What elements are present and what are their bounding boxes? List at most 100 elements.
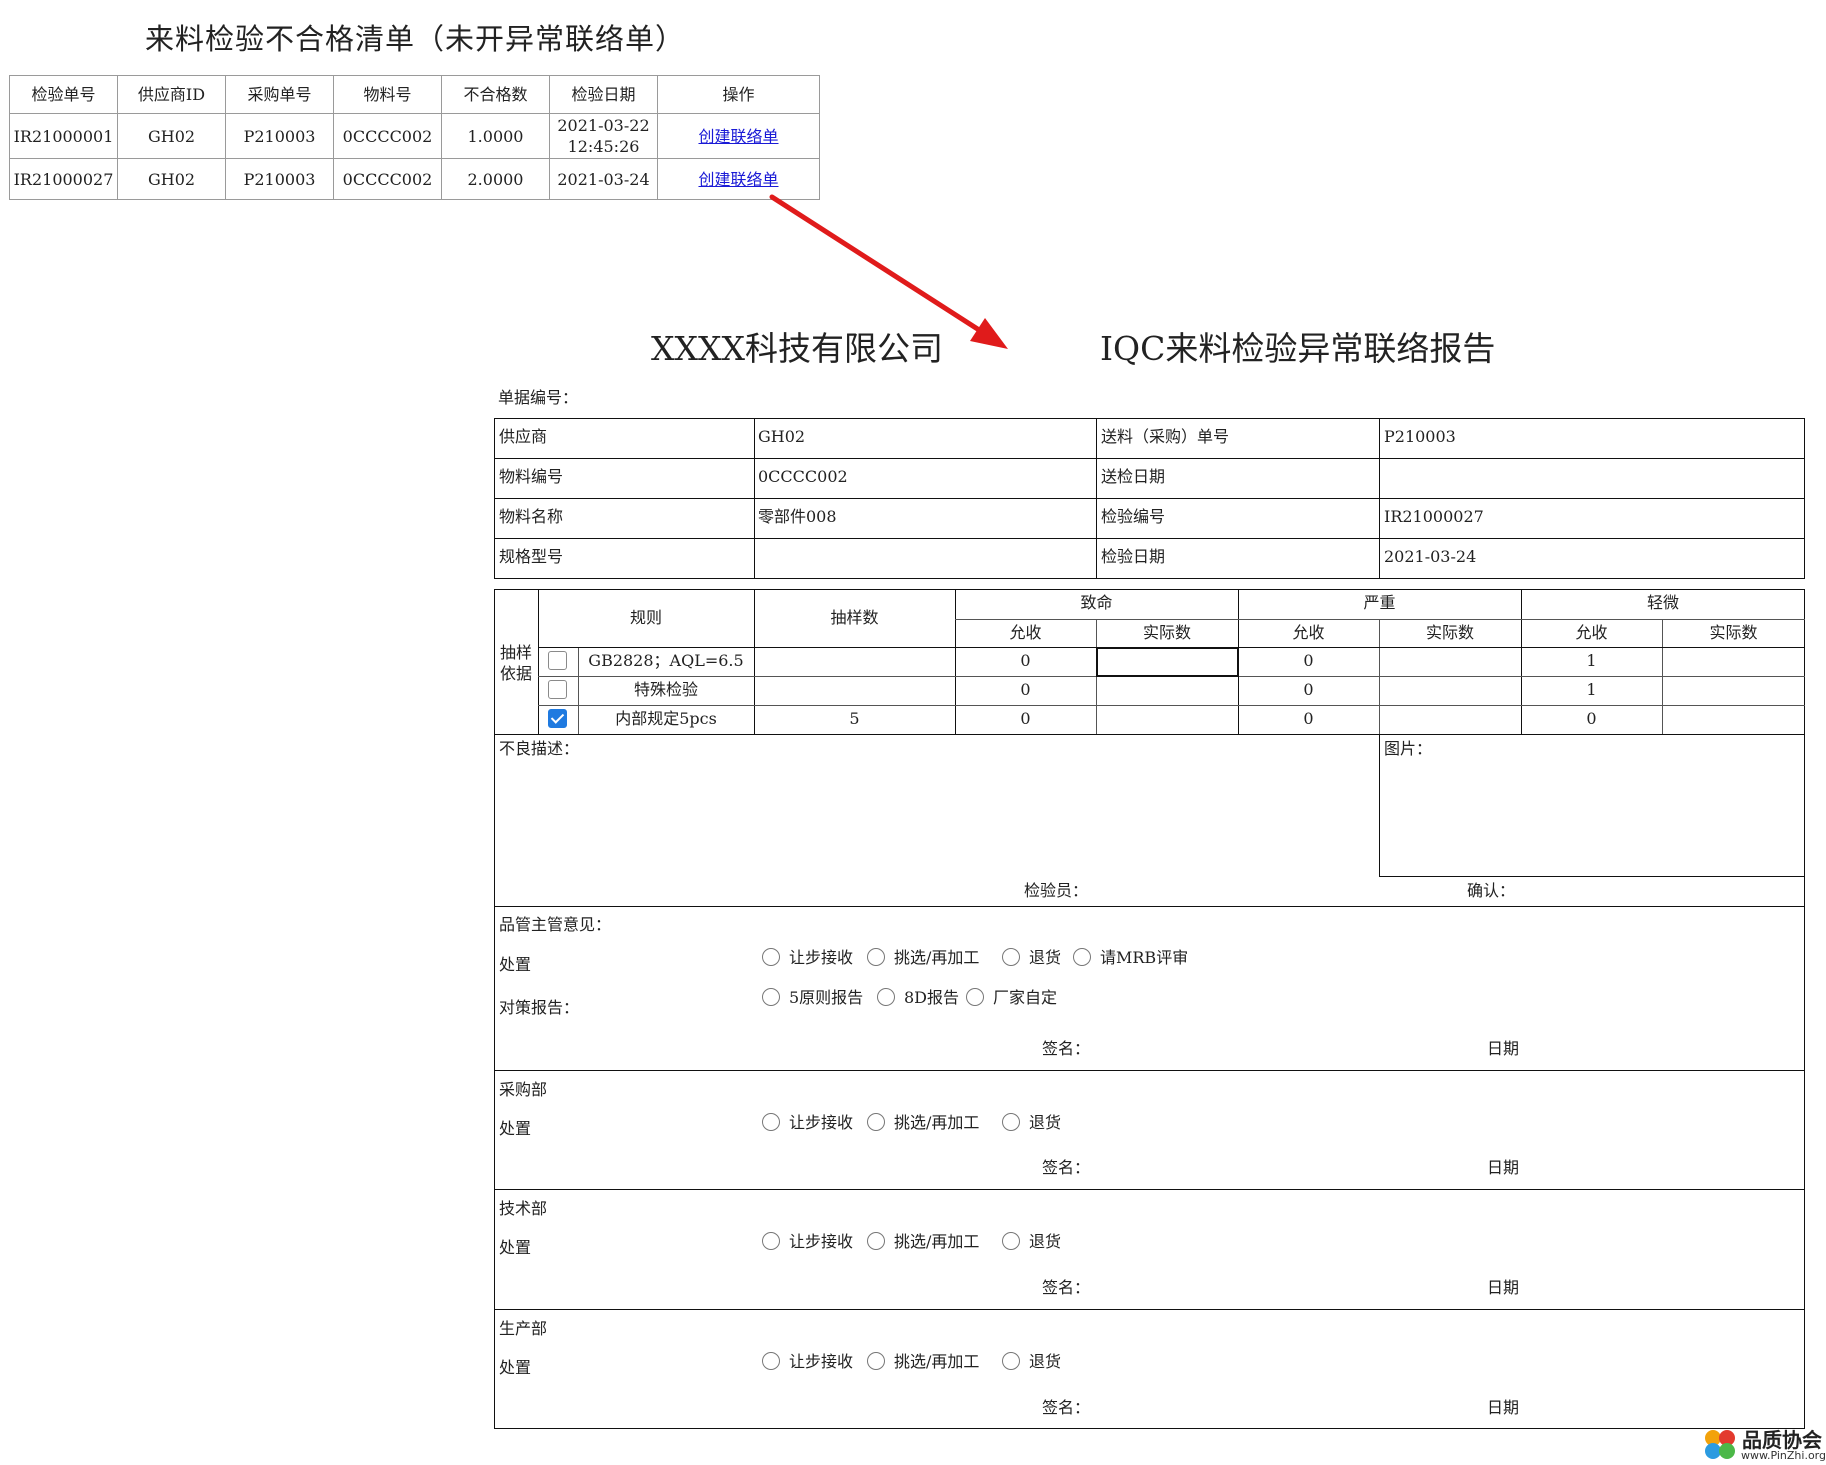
option-label: 挑选/再加工 <box>894 1352 980 1371</box>
technical-date-label: 日期 <box>1487 1278 1520 1297</box>
label-spec: 规格型号 <box>499 547 564 566</box>
purchasing-date-label: 日期 <box>1487 1158 1520 1177</box>
label-material-no: 物料编号 <box>499 467 564 486</box>
fatal-actual-input[interactable] <box>1096 647 1239 677</box>
major-accept: 0 <box>1303 651 1314 670</box>
qa-radio-8d[interactable] <box>877 988 895 1006</box>
option-label: 请MRB评审 <box>1100 948 1189 967</box>
label-inspection-no: 检验编号 <box>1101 507 1166 526</box>
report-title: IQC来料检验异常联络报告 <box>1100 329 1496 368</box>
defect-label: 不良描述： <box>499 739 580 758</box>
defect-textarea[interactable] <box>500 760 1370 878</box>
fatal-header: 致命 <box>1080 593 1113 612</box>
fatal-accept: 0 <box>1020 709 1031 728</box>
sample-count: 5 <box>849 709 860 728</box>
label-material-name: 物料名称 <box>499 507 564 526</box>
technical-heading: 技术部 <box>499 1199 548 1218</box>
rule-name: 特殊检验 <box>633 680 698 699</box>
watermark-url: www.PinZhi.org <box>1741 1449 1826 1462</box>
value-material-no: 0CCCC002 <box>758 467 848 486</box>
major-accept-header: 允收 <box>1292 623 1325 642</box>
qa-dispose-label: 处置 <box>499 955 532 974</box>
qa-radio-5principle[interactable] <box>762 988 780 1006</box>
purchasing-radio-concession[interactable] <box>762 1113 780 1131</box>
picture-area[interactable] <box>1379 734 1805 877</box>
technical-radio-concession[interactable] <box>762 1232 780 1250</box>
inspector-label: 检验员： <box>1024 881 1089 900</box>
qa-radio-sort-rework[interactable] <box>867 948 885 966</box>
qa-report-label: 对策报告： <box>499 998 580 1017</box>
option-label: 退货 <box>1029 1352 1062 1371</box>
qa-radio-concession[interactable] <box>762 948 780 966</box>
option-label: 5原则报告 <box>789 988 864 1007</box>
production-date-label: 日期 <box>1487 1398 1520 1417</box>
rule-checkbox-gb2828[interactable] <box>548 651 567 670</box>
production-radio-concession[interactable] <box>762 1352 780 1370</box>
minor-accept-header: 允收 <box>1575 623 1608 642</box>
fatal-accept: 0 <box>1020 651 1031 670</box>
option-label: 退货 <box>1029 1232 1062 1251</box>
value-po: P210003 <box>1384 427 1456 446</box>
option-label: 8D报告 <box>904 988 960 1007</box>
purchasing-radio-return[interactable] <box>1002 1113 1020 1131</box>
rule-name: GB2828；AQL=6.5 <box>588 651 744 670</box>
rule-checkbox-special[interactable] <box>548 680 567 699</box>
qa-date-label: 日期 <box>1487 1039 1520 1058</box>
production-radio-sort-rework[interactable] <box>867 1352 885 1370</box>
technical-dispose-label: 处置 <box>499 1238 532 1257</box>
qa-radio-vendor[interactable] <box>966 988 984 1006</box>
qa-radio-mrb[interactable] <box>1073 948 1091 966</box>
picture-label: 图片： <box>1384 739 1433 758</box>
doc-no-label: 单据编号： <box>498 388 579 407</box>
technical-radio-return[interactable] <box>1002 1232 1020 1250</box>
minor-header: 轻微 <box>1646 593 1679 612</box>
major-actual-header: 实际数 <box>1425 623 1474 642</box>
value-material-name: 零部件008 <box>758 507 837 526</box>
option-label: 挑选/再加工 <box>894 1232 980 1251</box>
qa-radio-return[interactable] <box>1002 948 1020 966</box>
value-supplier: GH02 <box>758 427 806 446</box>
technical-radio-sort-rework[interactable] <box>867 1232 885 1250</box>
label-inspection-date: 检验日期 <box>1101 547 1166 566</box>
purchasing-heading: 采购部 <box>499 1080 548 1099</box>
fatal-accept: 0 <box>1020 680 1031 699</box>
production-heading: 生产部 <box>499 1319 548 1338</box>
minor-accept: 1 <box>1586 651 1597 670</box>
value-inspection-date: 2021-03-24 <box>1384 547 1477 566</box>
production-sign-label: 签名： <box>1042 1398 1091 1417</box>
fatal-actual-header: 实际数 <box>1142 623 1191 642</box>
rule-checkbox-internal[interactable] <box>548 709 567 728</box>
option-label: 退货 <box>1029 948 1062 967</box>
option-label: 退货 <box>1029 1113 1062 1132</box>
minor-accept: 1 <box>1586 680 1597 699</box>
confirm-label: 确认： <box>1467 881 1516 900</box>
minor-actual-header: 实际数 <box>1709 623 1758 642</box>
minor-accept: 0 <box>1586 709 1597 728</box>
pinzhi-logo-icon <box>1705 1430 1735 1459</box>
option-label: 挑选/再加工 <box>894 948 980 967</box>
purchasing-dispose-label: 处置 <box>499 1119 532 1138</box>
major-accept: 0 <box>1303 709 1314 728</box>
rule-header: 规则 <box>629 608 662 627</box>
label-po: 送料（采购）单号 <box>1101 427 1230 446</box>
company-name: XXXX科技有限公司 <box>651 329 943 368</box>
sample-header: 抽样数 <box>830 608 879 627</box>
option-label: 厂家自定 <box>993 988 1058 1007</box>
purchasing-radio-sort-rework[interactable] <box>867 1113 885 1131</box>
value-inspection-no: IR21000027 <box>1384 507 1484 526</box>
production-radio-return[interactable] <box>1002 1352 1020 1370</box>
technical-sign-label: 签名： <box>1042 1278 1091 1297</box>
label-supplier: 供应商 <box>499 427 548 446</box>
qa-sign-label: 签名： <box>1042 1039 1091 1058</box>
option-label: 让步接收 <box>789 948 854 967</box>
rule-name: 内部规定5pcs <box>615 709 717 728</box>
option-label: 让步接收 <box>789 1113 854 1132</box>
label-send-date: 送检日期 <box>1101 467 1166 486</box>
option-label: 让步接收 <box>789 1352 854 1371</box>
purchasing-sign-label: 签名： <box>1042 1158 1091 1177</box>
sampling-basis-label: 抽样 依据 <box>499 643 532 683</box>
production-dispose-label: 处置 <box>499 1358 532 1377</box>
option-label: 让步接收 <box>789 1232 854 1251</box>
major-accept: 0 <box>1303 680 1314 699</box>
option-label: 挑选/再加工 <box>894 1113 980 1132</box>
